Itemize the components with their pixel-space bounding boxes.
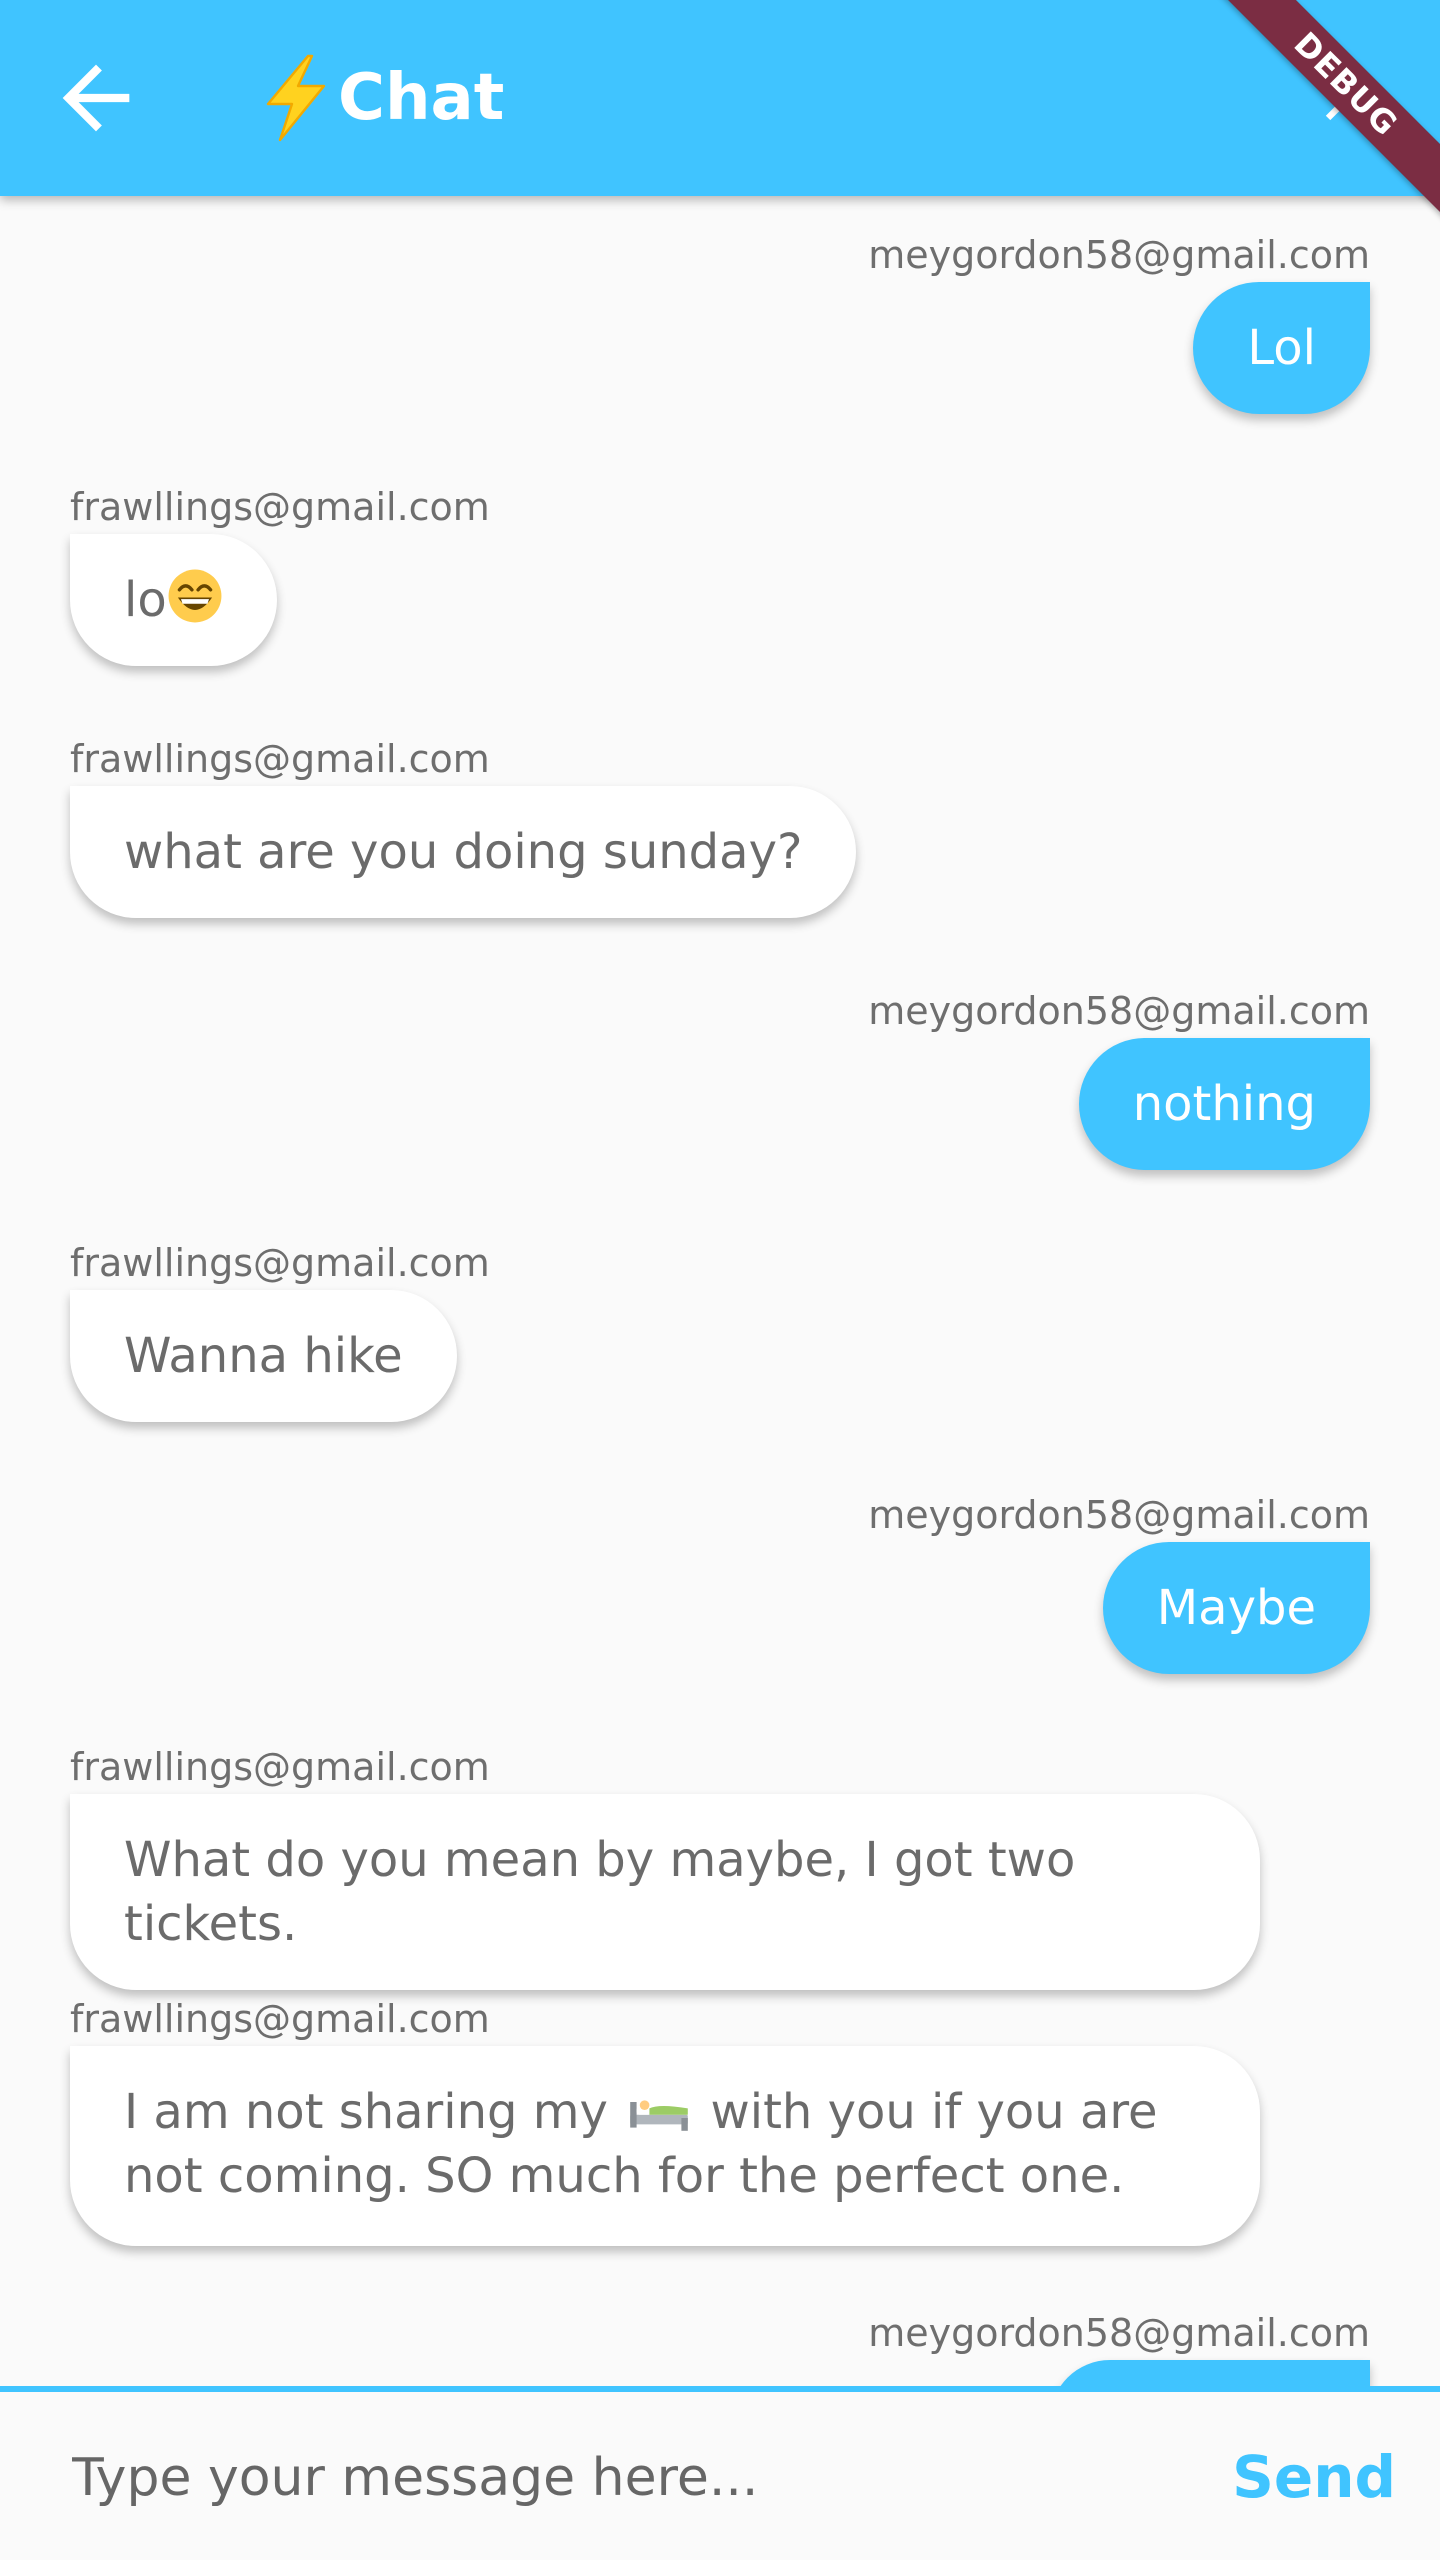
close-button[interactable] [1310, 60, 1386, 136]
message-text: lo [124, 572, 167, 628]
message-bubble [1050, 2360, 1370, 2386]
message-bubble: nothing [1078, 1038, 1370, 1170]
app-bar: Chat [0, 0, 1440, 196]
message-item: meygordon58@gmail.com [70, 2310, 1370, 2386]
message-item: frawllings@gmail.com lo [70, 484, 1370, 666]
bed-icon [630, 2100, 689, 2131]
message-sender: meygordon58@gmail.com [868, 989, 1370, 1033]
message-composer: Send [0, 2386, 1440, 2560]
message-sender: frawllings@gmail.com [70, 1997, 490, 2041]
message-input[interactable] [70, 2422, 1184, 2534]
message-bubble: Wanna hike [70, 1290, 457, 1422]
message-bubble: lo [70, 534, 277, 666]
message-item: frawllings@gmail.com Wanna hike [70, 1240, 1370, 1422]
send-button[interactable]: Send [1232, 2442, 1396, 2512]
message-sender: meygordon58@gmail.com [868, 2311, 1370, 2355]
message-bubble: what are you doing sunday? [70, 786, 857, 918]
lightning-bolt-icon [256, 54, 336, 142]
message-item: meygordon58@gmail.com Maybe [70, 1492, 1370, 1674]
message-item: frawllings@gmail.com I am not sharing my… [70, 1996, 1370, 2246]
page-title: Chat [256, 52, 504, 144]
message-item: frawllings@gmail.com What do you mean by… [70, 1744, 1370, 1990]
message-sender: frawllings@gmail.com [70, 1241, 490, 1285]
message-bubble: Lol [1193, 282, 1370, 414]
message-item: frawllings@gmail.com what are you doing … [70, 736, 1370, 918]
message-sender: frawllings@gmail.com [70, 1745, 490, 1789]
message-sender: meygordon58@gmail.com [868, 1493, 1370, 1537]
message-list[interactable]: meygordon58@gmail.com Lol frawllings@gma… [0, 196, 1440, 2386]
message-item: meygordon58@gmail.com Lol [70, 232, 1370, 414]
arrow-back-icon [62, 64, 130, 132]
message-sender: frawllings@gmail.com [70, 485, 490, 529]
message-sender: meygordon58@gmail.com [868, 233, 1370, 277]
close-icon [1325, 75, 1371, 121]
title-text: Chat [338, 61, 505, 135]
message-bubble: Maybe [1102, 1542, 1370, 1674]
message-bubble: I am not sharing my with you if you are … [70, 2046, 1260, 2246]
back-button[interactable] [46, 48, 146, 148]
message-text: I am not sharing my [124, 2084, 608, 2140]
message-bubble: What do you mean by maybe, I got two tic… [70, 1794, 1260, 1990]
grinning-face-icon [168, 569, 222, 623]
message-sender: frawllings@gmail.com [70, 737, 490, 781]
message-item: meygordon58@gmail.com nothing [70, 988, 1370, 1170]
